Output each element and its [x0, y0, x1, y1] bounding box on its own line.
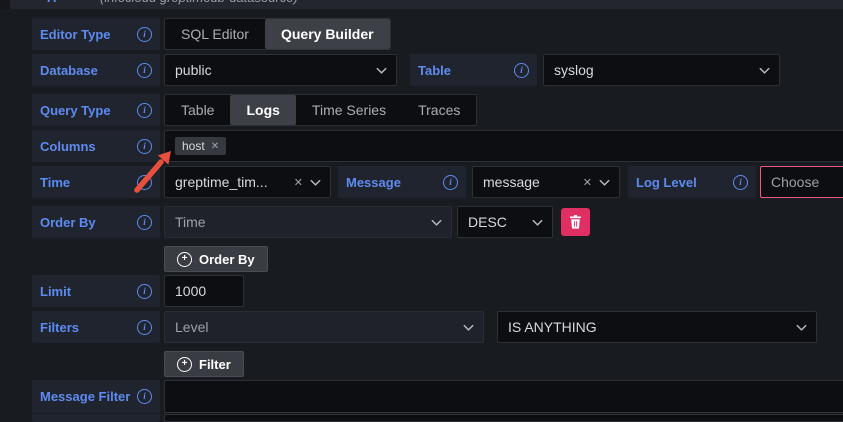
- tab-time-series[interactable]: Time Series: [296, 95, 402, 125]
- add-filter-button[interactable]: Filter: [164, 351, 244, 377]
- tab-sql-editor[interactable]: SQL Editor: [165, 19, 265, 49]
- column-tag-host: host: [175, 137, 226, 155]
- column-tag-label: host: [182, 139, 205, 153]
- editor-type-group: SQL Editor Query Builder: [164, 18, 391, 50]
- info-icon[interactable]: [137, 320, 152, 335]
- message-label: Message: [346, 175, 401, 190]
- message-filter-input[interactable]: [164, 380, 843, 413]
- filter-operator-select[interactable]: IS ANYTHING: [497, 311, 817, 343]
- plus-circle-icon: [177, 357, 192, 372]
- filters-label-box: Filters: [32, 311, 160, 343]
- partial-next-label-box: [32, 414, 160, 422]
- info-icon[interactable]: [137, 63, 152, 78]
- query-type-group: Table Logs Time Series Traces: [164, 94, 477, 126]
- query-row-header: A (infocloud greptimedb-datasource): [0, 0, 843, 9]
- database-select[interactable]: public: [164, 54, 397, 86]
- database-label: Database: [40, 63, 98, 78]
- time-column-select[interactable]: greptime_tim...: [164, 166, 331, 198]
- time-column-value: greptime_tim...: [165, 174, 294, 190]
- info-icon[interactable]: [137, 389, 152, 404]
- info-icon[interactable]: [137, 284, 152, 299]
- message-column-value: message: [473, 174, 583, 190]
- table-value: syslog: [544, 62, 757, 78]
- header-notch: [0, 0, 10, 9]
- tab-table[interactable]: Table: [165, 95, 230, 125]
- query-type-label: Query Type: [40, 103, 111, 118]
- filter-column-placeholder: Level: [165, 319, 461, 335]
- info-icon[interactable]: [137, 175, 152, 190]
- add-filter-label: Filter: [199, 357, 231, 372]
- delete-order-by-button[interactable]: [561, 208, 590, 236]
- info-icon[interactable]: [443, 175, 458, 190]
- datasource-name: (infocloud greptimedb-datasource): [100, 0, 298, 8]
- remove-column-icon[interactable]: [211, 141, 219, 152]
- info-icon[interactable]: [137, 215, 152, 230]
- message-filter-label-box: Message Filter: [32, 380, 160, 413]
- time-label-box: Time: [32, 166, 160, 198]
- chevron-down-icon: [794, 320, 809, 335]
- order-by-column-placeholder: Time: [165, 214, 429, 230]
- chevron-down-icon: [308, 175, 323, 190]
- info-icon[interactable]: [137, 139, 152, 154]
- database-label-box: Database: [32, 54, 160, 86]
- log-level-select[interactable]: Choose: [760, 166, 843, 198]
- clear-icon[interactable]: [583, 176, 592, 189]
- columns-label-box: Columns: [32, 130, 160, 162]
- clear-icon[interactable]: [294, 176, 303, 189]
- tab-query-builder[interactable]: Query Builder: [265, 19, 390, 49]
- columns-multiselect[interactable]: host: [164, 130, 843, 162]
- info-icon[interactable]: [514, 63, 529, 78]
- editor-type-label: Editor Type: [40, 27, 111, 42]
- database-value: public: [165, 62, 374, 78]
- message-column-select[interactable]: message: [472, 166, 620, 198]
- message-label-box: Message: [338, 166, 466, 198]
- tab-traces[interactable]: Traces: [402, 95, 476, 125]
- limit-label-box: Limit: [32, 275, 160, 307]
- order-by-direction-value: DESC: [458, 214, 530, 230]
- query-type-label-box: Query Type: [32, 94, 160, 126]
- columns-label: Columns: [40, 139, 96, 154]
- order-by-column-select[interactable]: Time: [164, 206, 452, 238]
- time-label: Time: [40, 175, 70, 190]
- partial-next-field: [164, 414, 843, 422]
- info-icon[interactable]: [137, 103, 152, 118]
- tab-logs[interactable]: Logs: [230, 95, 295, 125]
- query-ref-id: A: [47, 0, 56, 8]
- trash-icon: [569, 215, 582, 229]
- limit-label: Limit: [40, 284, 71, 299]
- order-by-label-box: Order By: [32, 206, 160, 238]
- chevron-down-icon: [530, 215, 545, 230]
- filter-column-select[interactable]: Level: [164, 311, 484, 343]
- chevron-down-icon: [597, 175, 612, 190]
- log-level-placeholder: Choose: [761, 174, 843, 190]
- add-order-by-label: Order By: [199, 252, 255, 267]
- table-label-box: Table: [410, 54, 537, 86]
- message-filter-label: Message Filter: [40, 389, 130, 404]
- plus-circle-icon: [177, 252, 192, 267]
- order-by-label: Order By: [40, 215, 96, 230]
- info-icon[interactable]: [733, 175, 748, 190]
- limit-input[interactable]: [164, 275, 244, 307]
- chevron-down-icon: [757, 63, 772, 78]
- filters-label: Filters: [40, 320, 79, 335]
- table-select[interactable]: syslog: [543, 54, 780, 86]
- info-icon[interactable]: [137, 27, 152, 42]
- log-level-label-box: Log Level: [628, 166, 756, 198]
- editor-type-label-box: Editor Type: [32, 18, 160, 50]
- add-order-by-button[interactable]: Order By: [164, 246, 268, 272]
- chevron-down-icon: [461, 320, 476, 335]
- chevron-down-icon: [429, 215, 444, 230]
- log-level-label: Log Level: [636, 175, 697, 190]
- order-by-direction-select[interactable]: DESC: [457, 206, 553, 238]
- chevron-down-icon: [374, 63, 389, 78]
- table-label: Table: [418, 63, 451, 78]
- filter-operator-value: IS ANYTHING: [498, 319, 794, 335]
